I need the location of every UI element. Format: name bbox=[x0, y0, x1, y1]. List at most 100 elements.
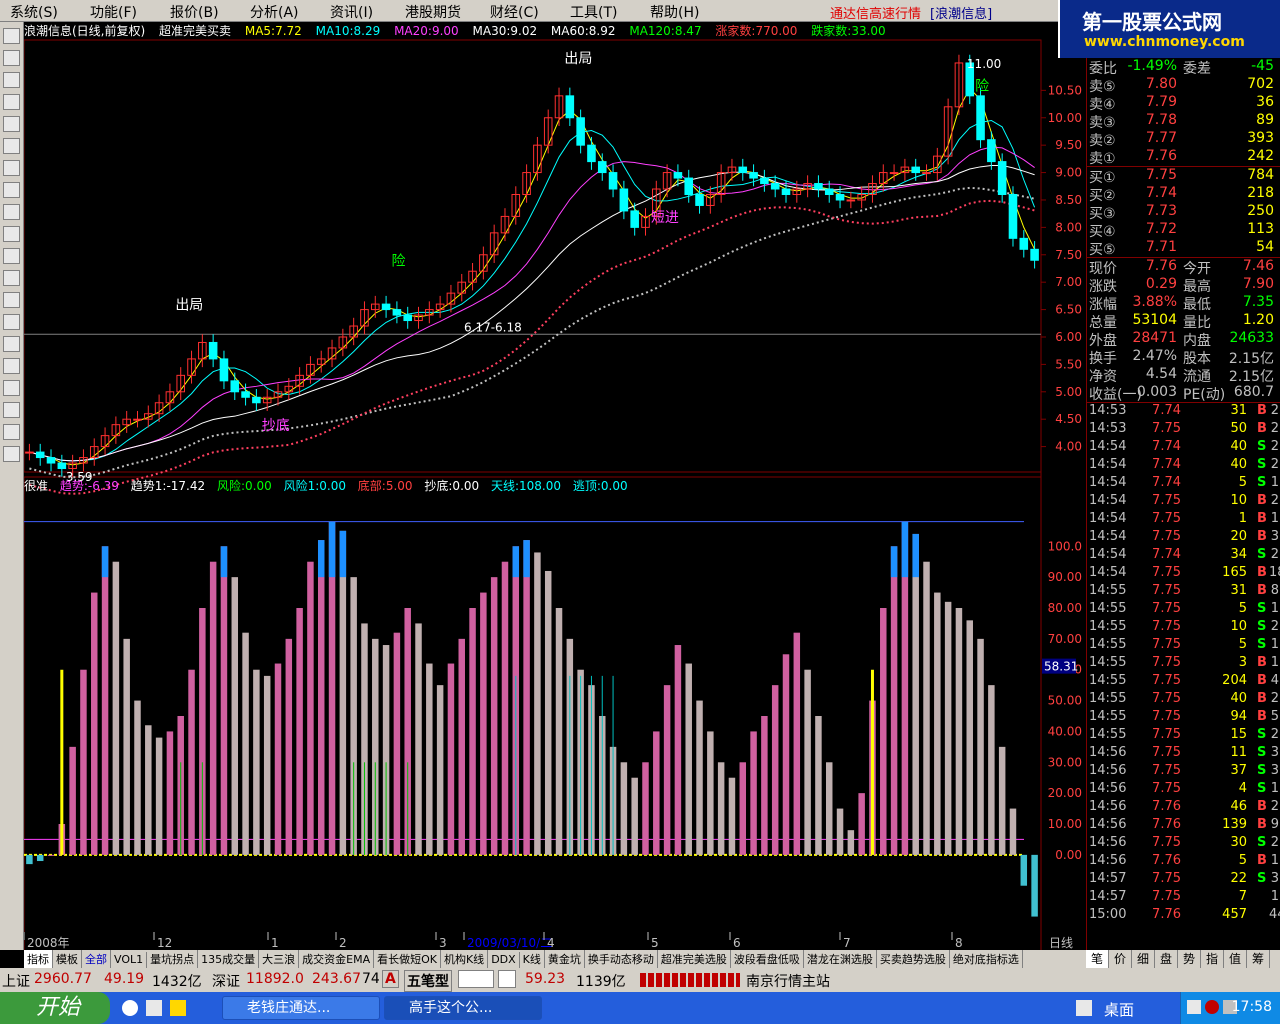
pointer-icon[interactable] bbox=[3, 28, 20, 44]
tab-quote[interactable]: 价 bbox=[1109, 950, 1132, 968]
search-icon[interactable] bbox=[3, 248, 20, 264]
order-diff-label: 委差 bbox=[1183, 61, 1211, 77]
tick-side: B bbox=[1257, 529, 1267, 544]
tab-quote[interactable]: 笔 bbox=[1086, 950, 1109, 968]
menu-quote[interactable]: 报价(B) bbox=[170, 2, 219, 22]
bar-icon[interactable] bbox=[3, 94, 20, 110]
risk-value: 风险:0.00 bbox=[216, 479, 272, 493]
taskbar-window-2[interactable]: 高手这个公... bbox=[384, 996, 542, 1020]
indicator-bar bbox=[80, 669, 87, 855]
tab-indicator[interactable]: 看长做短OK bbox=[374, 950, 441, 968]
people-icon[interactable] bbox=[3, 226, 20, 242]
tab-quote[interactable]: 盘 bbox=[1155, 950, 1178, 968]
tick-row: 14:54 7.74 34 S 2 bbox=[1087, 547, 1280, 565]
tab-indicator[interactable]: 买卖趋势选股 bbox=[877, 950, 950, 968]
tick-row: 14:55 7.75 40 B 2 bbox=[1087, 691, 1280, 709]
tab-indicator[interactable]: 绝对底指标选 bbox=[950, 950, 1023, 968]
tick-volume: 1 bbox=[1238, 511, 1247, 526]
keyboard-icon[interactable] bbox=[498, 970, 516, 988]
down-icon[interactable] bbox=[3, 446, 20, 462]
tab-indicator[interactable]: 超准完美选股 bbox=[658, 950, 731, 968]
tab-indicator[interactable]: 潜龙在渊选股 bbox=[804, 950, 877, 968]
tab-quote[interactable]: 筹 bbox=[1247, 950, 1270, 968]
tab-indicator[interactable]: 波段看盘低吸 bbox=[731, 950, 804, 968]
tick-time: 14:56 bbox=[1089, 781, 1127, 796]
table-icon[interactable] bbox=[3, 116, 20, 132]
tab-quote[interactable]: 势 bbox=[1178, 950, 1201, 968]
grid-icon[interactable] bbox=[3, 138, 20, 154]
menu-function[interactable]: 功能(F) bbox=[90, 2, 137, 22]
tab-indicator[interactable]: 全部 bbox=[82, 950, 111, 968]
ma30-value: MA30:9.02 bbox=[472, 24, 538, 38]
line-icon[interactable] bbox=[3, 72, 20, 88]
price-tick-label: 5.00 bbox=[1055, 385, 1082, 399]
desktop-icon[interactable] bbox=[1076, 1000, 1092, 1016]
tick-count: 2 bbox=[1270, 799, 1279, 814]
period-label[interactable]: 日线 bbox=[1049, 936, 1073, 950]
tab-indicator[interactable]: 成交资金EMA bbox=[299, 950, 375, 968]
antivirus-icon[interactable] bbox=[1205, 1000, 1219, 1014]
kline-chart[interactable]: 10.50 10.00 9.50 9.00 8.50 8.00 7.50 7.00 6.50 6.… bbox=[24, 22, 1086, 950]
info-icon[interactable] bbox=[3, 314, 20, 330]
tab-indicator[interactable]: VOL1 bbox=[111, 952, 148, 968]
input-mode-button[interactable]: A bbox=[382, 970, 399, 988]
tab-quote[interactable]: 指 bbox=[1201, 950, 1224, 968]
tab-indicator[interactable]: DDX bbox=[488, 952, 520, 968]
stat-label: 今开 bbox=[1183, 261, 1211, 277]
chart-icon[interactable] bbox=[3, 204, 20, 220]
punctuation-toggle[interactable] bbox=[458, 970, 494, 988]
folder-icon[interactable] bbox=[170, 1000, 186, 1016]
tick-side: B bbox=[1257, 799, 1267, 814]
pen-icon[interactable] bbox=[3, 402, 20, 418]
tab-indicator[interactable]: 量坑拐点 bbox=[147, 950, 199, 968]
list-icon[interactable] bbox=[3, 160, 20, 176]
tick-count: 1 bbox=[1270, 511, 1279, 526]
menu-finance[interactable]: 财经(C) bbox=[490, 2, 539, 22]
tick-count: 2 bbox=[1270, 439, 1279, 454]
app-title: 通达信高速行情 bbox=[830, 7, 922, 22]
date-label: 3 bbox=[439, 936, 447, 950]
camera-icon[interactable] bbox=[1187, 1000, 1201, 1014]
tab-quote[interactable]: 值 bbox=[1224, 950, 1247, 968]
tab-indicator[interactable]: 机构K线 bbox=[441, 950, 489, 968]
tick-list: 14:53 7.74 31 B 2 14:53 7.75 50 B 2 14:54 7.74 40 S 2 1… bbox=[1087, 403, 1280, 925]
word-icon[interactable] bbox=[146, 1000, 162, 1016]
dollar-icon[interactable] bbox=[3, 336, 20, 352]
ie-icon[interactable] bbox=[122, 1000, 138, 1016]
menu-help[interactable]: 帮助(H) bbox=[650, 2, 699, 22]
candle-body bbox=[695, 193, 704, 206]
rank-icon[interactable] bbox=[3, 270, 20, 286]
tab-quote[interactable]: 细 bbox=[1132, 950, 1155, 968]
stat-row: 换手 2.47% 股本 2.15亿 bbox=[1087, 348, 1280, 367]
indicator-bar bbox=[977, 638, 984, 855]
tab-indicator[interactable]: K线 bbox=[520, 950, 545, 968]
tab-indicator[interactable]: 135成交量 bbox=[198, 950, 260, 968]
tab-indicator[interactable]: 指标 bbox=[24, 950, 53, 968]
kline-icon[interactable] bbox=[3, 50, 20, 66]
bottom-value: 底部:5.00 bbox=[357, 479, 413, 493]
tab-indicator[interactable]: 黄金坑 bbox=[545, 950, 585, 968]
candle-body bbox=[760, 177, 769, 185]
menu-info[interactable]: 资讯(I) bbox=[330, 2, 373, 22]
desktop-label[interactable]: 桌面 bbox=[1104, 999, 1134, 1020]
start-button[interactable]: 开始 bbox=[0, 992, 110, 1024]
menu-system[interactable]: 系统(S) bbox=[10, 2, 58, 22]
tab-indicator[interactable]: 大三浪 bbox=[259, 950, 300, 968]
swap-icon[interactable] bbox=[3, 380, 20, 396]
menu-hk-futures[interactable]: 港股期货 bbox=[405, 2, 461, 22]
wubi-input-button[interactable]: 五笔型 bbox=[404, 970, 452, 992]
up-icon[interactable] bbox=[3, 424, 20, 440]
tick-time: 14:55 bbox=[1089, 655, 1127, 670]
menu-tools[interactable]: 工具(T) bbox=[570, 2, 617, 22]
eye-icon[interactable] bbox=[3, 292, 20, 308]
taskbar-window-1[interactable]: 老钱庄通达... bbox=[222, 996, 380, 1020]
antenna-value: 天线:108.00 bbox=[490, 479, 562, 493]
pie-icon[interactable] bbox=[3, 358, 20, 374]
calc-icon[interactable] bbox=[3, 182, 20, 198]
tick-time: 14:54 bbox=[1089, 529, 1127, 544]
indicator-tick-label: 70.00 bbox=[1048, 632, 1082, 646]
indicator-tick-label: 30.00 bbox=[1048, 755, 1082, 769]
menu-analysis[interactable]: 分析(A) bbox=[250, 2, 299, 22]
tab-indicator[interactable]: 换手动态移动 bbox=[585, 950, 658, 968]
tab-indicator[interactable]: 模板 bbox=[53, 950, 82, 968]
